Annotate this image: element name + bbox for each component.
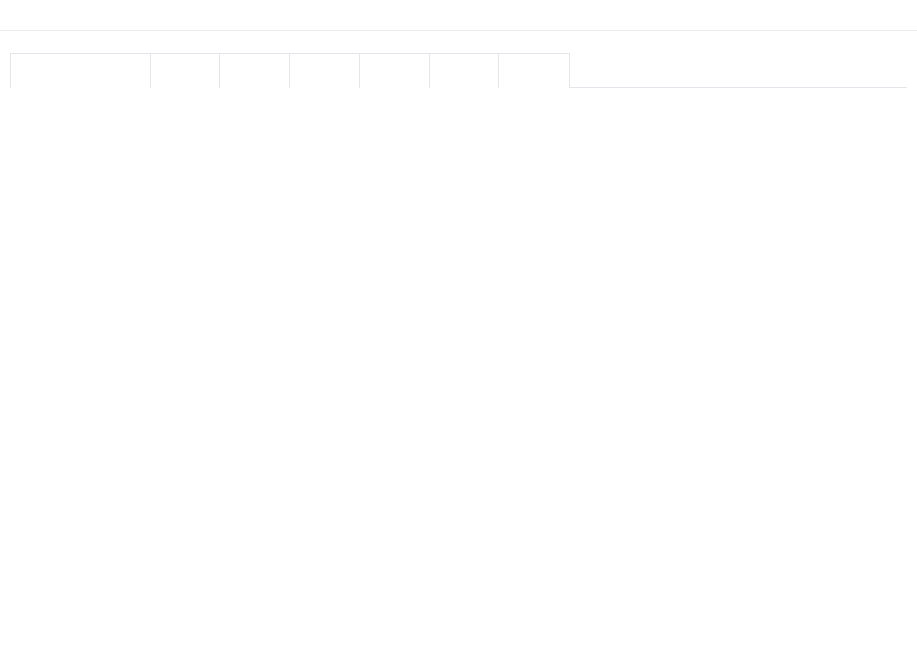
kline-page (0, 0, 917, 650)
macd-legend (14, 525, 70, 540)
ohlc-legend (14, 97, 95, 112)
kline-chart-canvas[interactable] (0, 0, 917, 650)
ma-legend (14, 114, 70, 129)
